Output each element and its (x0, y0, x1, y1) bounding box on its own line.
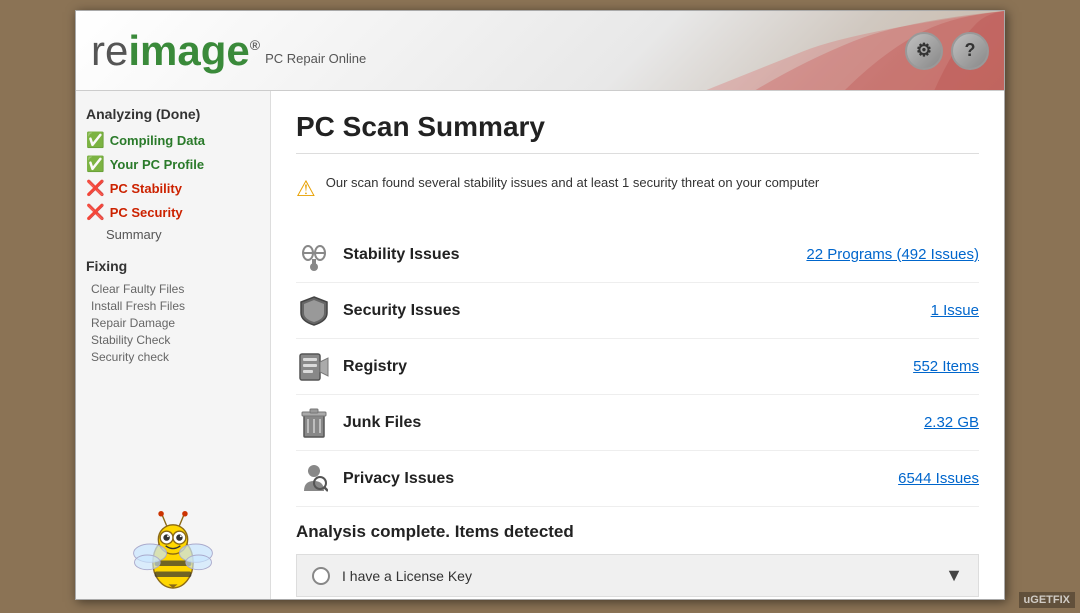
logo-subtitle: PC Repair Online (265, 51, 366, 66)
logo-reg: ® (250, 37, 260, 53)
stability-value[interactable]: 22 Programs (492 Issues) (806, 246, 979, 263)
main-content: Analyzing (Done) ✅ Compiling Data ✅ Your… (76, 91, 1004, 599)
issue-row-junk: Junk Files 2.32 GB (296, 395, 979, 451)
sidebar-item-security: ❌ PC Security (86, 202, 260, 222)
sidebar-fixing-security: Security check (86, 350, 260, 364)
security-value[interactable]: 1 Issue (931, 302, 979, 319)
sidebar-fixing-stability: Stability Check (86, 333, 260, 347)
warning-text: Our scan found several stability issues … (326, 174, 820, 192)
page-title: PC Scan Summary (296, 111, 979, 154)
privacy-icon (296, 461, 331, 496)
stability-icon (296, 237, 331, 272)
logo: reimage® PC Repair Online (91, 27, 366, 75)
warning-box: ⚠ Our scan found several stability issue… (296, 169, 979, 207)
issue-row-security: Security Issues 1 Issue (296, 283, 979, 339)
fixing-title: Fixing (86, 258, 260, 274)
license-radio[interactable] (312, 567, 330, 585)
logo-image: image (128, 27, 249, 74)
sidebar-item-compiling: ✅ Compiling Data (86, 130, 260, 150)
license-row: I have a License Key ▼ (296, 554, 979, 597)
header: reimage® PC Repair Online ⚙ ? (76, 11, 1004, 91)
logo-text: reimage® (91, 27, 260, 75)
watermark: uGETFIX (1019, 592, 1075, 608)
sidebar-item-summary: Summary (86, 226, 260, 243)
issue-row-privacy: Privacy Issues 6544 Issues (296, 451, 979, 507)
junk-value[interactable]: 2.32 GB (924, 414, 979, 431)
x-icon-security: ❌ (86, 203, 105, 221)
logo-re: re (91, 27, 128, 74)
analysis-complete-text: Analysis complete. Items detected (296, 522, 979, 542)
sidebar-item-profile: ✅ Your PC Profile (86, 154, 260, 174)
sidebar-fixing-clear: Clear Faulty Files (86, 282, 260, 296)
sidebar-item-stability: ❌ PC Stability (86, 178, 260, 198)
sidebar-fixing-install: Install Fresh Files (86, 299, 260, 313)
registry-label: Registry (343, 358, 901, 376)
license-dropdown-icon[interactable]: ▼ (945, 565, 963, 586)
check-icon-profile: ✅ (86, 155, 105, 173)
settings-button[interactable]: ⚙ (905, 32, 943, 70)
main-window: reimage® PC Repair Online ⚙ ? Analyzing … (75, 10, 1005, 600)
security-label: Security Issues (343, 302, 919, 320)
analyzing-title: Analyzing (Done) (86, 106, 260, 122)
registry-value[interactable]: 552 Items (913, 358, 979, 375)
stability-label: Stability Issues (343, 246, 794, 264)
header-icons: ⚙ ? (905, 32, 989, 70)
privacy-label: Privacy Issues (343, 470, 886, 488)
issue-row-registry: Registry 552 Items (296, 339, 979, 395)
warning-icon: ⚠ (296, 176, 316, 202)
junk-icon (296, 405, 331, 440)
privacy-value[interactable]: 6544 Issues (898, 470, 979, 487)
security-icon (296, 293, 331, 328)
check-icon-compiling: ✅ (86, 131, 105, 149)
sidebar-fixing-repair: Repair Damage (86, 316, 260, 330)
sidebar: Analyzing (Done) ✅ Compiling Data ✅ Your… (76, 91, 271, 599)
right-panel: PC Scan Summary ⚠ Our scan found several… (271, 91, 1004, 599)
bee-mascot (76, 479, 270, 599)
help-button[interactable]: ? (951, 32, 989, 70)
license-text: I have a License Key (342, 568, 933, 584)
issue-row-stability: Stability Issues 22 Programs (492 Issues… (296, 227, 979, 283)
junk-label: Junk Files (343, 414, 912, 432)
registry-icon (296, 349, 331, 384)
x-icon-stability: ❌ (86, 179, 105, 197)
